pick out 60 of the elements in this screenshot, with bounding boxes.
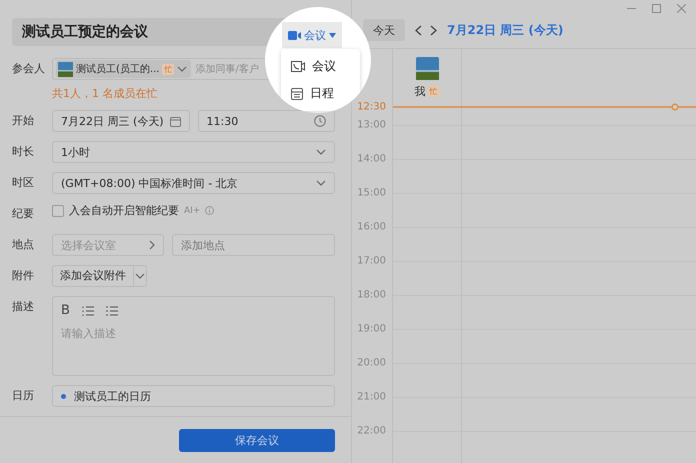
chevron-right-icon (149, 240, 155, 250)
meeting-title[interactable]: 测试员工预定的会议 (22, 23, 148, 41)
hour-label: 16:00 (356, 222, 387, 232)
attendee-name: 测试员工(员工的... (76, 62, 160, 76)
hour-label: 13:00 (356, 120, 387, 130)
field-label: 日历 (12, 388, 35, 404)
select-field[interactable]: 1小时 (52, 141, 335, 163)
caret-icon (329, 32, 336, 38)
hour-label: 19:00 (356, 324, 387, 334)
next-icon[interactable] (430, 24, 437, 36)
chevron-down-icon (316, 180, 326, 186)
date-field[interactable]: 7月22日 周三 (今天) (52, 110, 190, 132)
field-label: 时长 (12, 144, 35, 160)
field-label: 参会人 (12, 61, 46, 77)
bold-button[interactable]: B (61, 303, 70, 318)
info-icon (205, 206, 214, 215)
add-attendee-placeholder: 添加同事/客户 (195, 62, 259, 76)
calendar-select[interactable]: 测试员工的日历 (52, 385, 335, 407)
field-label: 开始 (12, 113, 35, 129)
busy-badge: 忙 (428, 86, 440, 97)
hour-label: 17:00 (356, 256, 387, 266)
video-call-icon (291, 61, 305, 72)
hour-label: 14:00 (356, 154, 387, 164)
location-field[interactable]: 添加地点 (172, 234, 335, 256)
today-button[interactable]: 今天 (363, 19, 405, 41)
meeting-type-dropdown[interactable]: 会议 (282, 22, 342, 48)
field-label: 时区 (12, 175, 35, 191)
clock-icon (314, 115, 326, 127)
hour-label: 20:00 (356, 358, 387, 368)
previous-icon[interactable] (415, 24, 422, 36)
calendar-icon (291, 88, 303, 100)
checkbox[interactable] (52, 204, 64, 216)
busy-badge: 忙 (162, 64, 174, 74)
description-field[interactable]: B 请输入描述 (52, 296, 335, 376)
description-placeholder: 请输入描述 (61, 326, 117, 341)
bulleted-list-icon[interactable] (106, 306, 118, 316)
hour-label: 21:00 (356, 392, 387, 402)
chevron-down-icon (135, 273, 145, 279)
attendee-chip[interactable]: 测试员工(员工的... 忙 (56, 60, 192, 78)
calendar-icon (170, 116, 180, 126)
chevron-down-icon (177, 66, 188, 72)
checkbox-label: 入会自动开启智能纪要 (69, 203, 179, 218)
numbered-list-icon[interactable] (82, 306, 94, 316)
hour-label: 18:00 (356, 290, 387, 300)
field-label: 纪要 (12, 206, 35, 222)
current-date: 7月22日 周三 (今天) (447, 22, 564, 38)
attachment-button[interactable]: 添加会议附件 (52, 265, 147, 287)
video-camera-icon (288, 30, 301, 40)
attendee-name: 我 (414, 84, 426, 99)
ai-tag: AI+ (184, 206, 200, 216)
field-label: 附件 (12, 268, 35, 284)
select-field[interactable]: (GMT+08:00) 中国标准时间 - 北京 (52, 172, 335, 194)
hour-label: 15:00 (356, 188, 387, 198)
field-label: 地点 (12, 237, 35, 253)
save-button[interactable]: 保存会议 (179, 428, 335, 452)
hour-label: 22:00 (356, 426, 387, 436)
chevron-down-icon (316, 149, 326, 155)
field-label: 描述 (12, 299, 35, 315)
time-field[interactable]: 11:30 (198, 110, 335, 132)
busy-note: 共1人，1 名成员在忙 (52, 86, 158, 101)
